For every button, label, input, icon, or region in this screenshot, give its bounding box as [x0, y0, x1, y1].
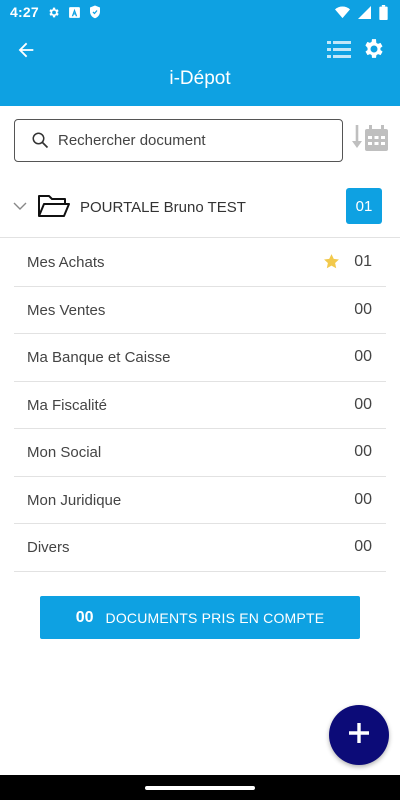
list-icon [327, 40, 351, 65]
category-label: Mon Juridique [27, 491, 122, 509]
wifi-icon [335, 6, 350, 19]
gear-icon [361, 37, 385, 66]
category-label: Mes Achats [27, 254, 105, 271]
system-navigation-bar [0, 775, 400, 800]
category-label: Mon Social [27, 444, 102, 461]
documents-label: DOCUMENTS PRIS EN COMPTE [105, 609, 325, 626]
folder-count-badge: 01 [346, 188, 382, 224]
category-label: Ma Fiscalité [27, 396, 108, 414]
sort-by-date-icon [352, 123, 390, 158]
back-button[interactable] [10, 36, 42, 68]
chevron-down-icon[interactable] [13, 199, 27, 218]
category-count: 00 [354, 395, 372, 413]
star-icon [323, 253, 340, 275]
documents-taken-into-account-button[interactable]: 00 DOCUMENTS PRIS EN COMPTE [40, 596, 360, 639]
status-bar: 4:27 [0, 0, 400, 24]
category-item[interactable]: Mon Juridique 00 [14, 477, 386, 524]
app-bar: i-Dépot [0, 24, 400, 106]
list-view-button[interactable] [325, 38, 353, 66]
category-count: 00 [354, 348, 372, 365]
plus-icon [347, 721, 371, 750]
category-count: 01 [354, 253, 372, 270]
category-list: Mes Achats 01 Mes Ventes 00 Ma Banque et Cai… [14, 239, 386, 572]
signal-icon [358, 5, 371, 19]
app-title: i-Dépot [169, 68, 231, 89]
status-right [335, 4, 388, 20]
add-document-button[interactable] [329, 705, 389, 765]
folder-open-icon [37, 193, 71, 224]
search-box[interactable] [14, 119, 343, 162]
battery-icon [379, 4, 388, 20]
category-label: Divers [27, 539, 70, 556]
category-item[interactable]: Mon Social 00 [14, 429, 386, 477]
category-item[interactable]: Mes Achats 01 [14, 239, 386, 287]
category-item[interactable]: Divers 00 [14, 524, 386, 572]
category-count: 00 [354, 538, 372, 555]
text-a-icon [68, 6, 81, 19]
search-input[interactable] [58, 120, 328, 161]
folder-row[interactable]: POURTALE Bruno TEST 01 [0, 183, 400, 238]
category-count: 00 [354, 490, 372, 508]
home-gesture-handle[interactable] [145, 786, 255, 790]
folder-name: POURTALE Bruno TEST [80, 199, 246, 216]
documents-count: 00 [75, 608, 94, 626]
category-count: 00 [354, 300, 372, 318]
settings-gear-icon [47, 6, 60, 19]
category-count: 00 [354, 443, 372, 460]
category-label: Ma Banque et Caisse [27, 349, 171, 366]
back-arrow-icon [15, 39, 37, 66]
settings-button[interactable] [358, 36, 388, 66]
category-label: Mes Ventes [27, 301, 106, 319]
category-item[interactable]: Ma Banque et Caisse 00 [14, 334, 386, 382]
status-left: 4:27 [10, 4, 101, 20]
category-item[interactable]: Mes Ventes 00 [14, 287, 386, 334]
shield-icon [89, 5, 101, 19]
search-icon [31, 131, 49, 154]
status-time: 4:27 [10, 4, 39, 20]
sort-by-date-button[interactable] [352, 124, 390, 156]
category-item[interactable]: Ma Fiscalité 00 [14, 382, 386, 429]
